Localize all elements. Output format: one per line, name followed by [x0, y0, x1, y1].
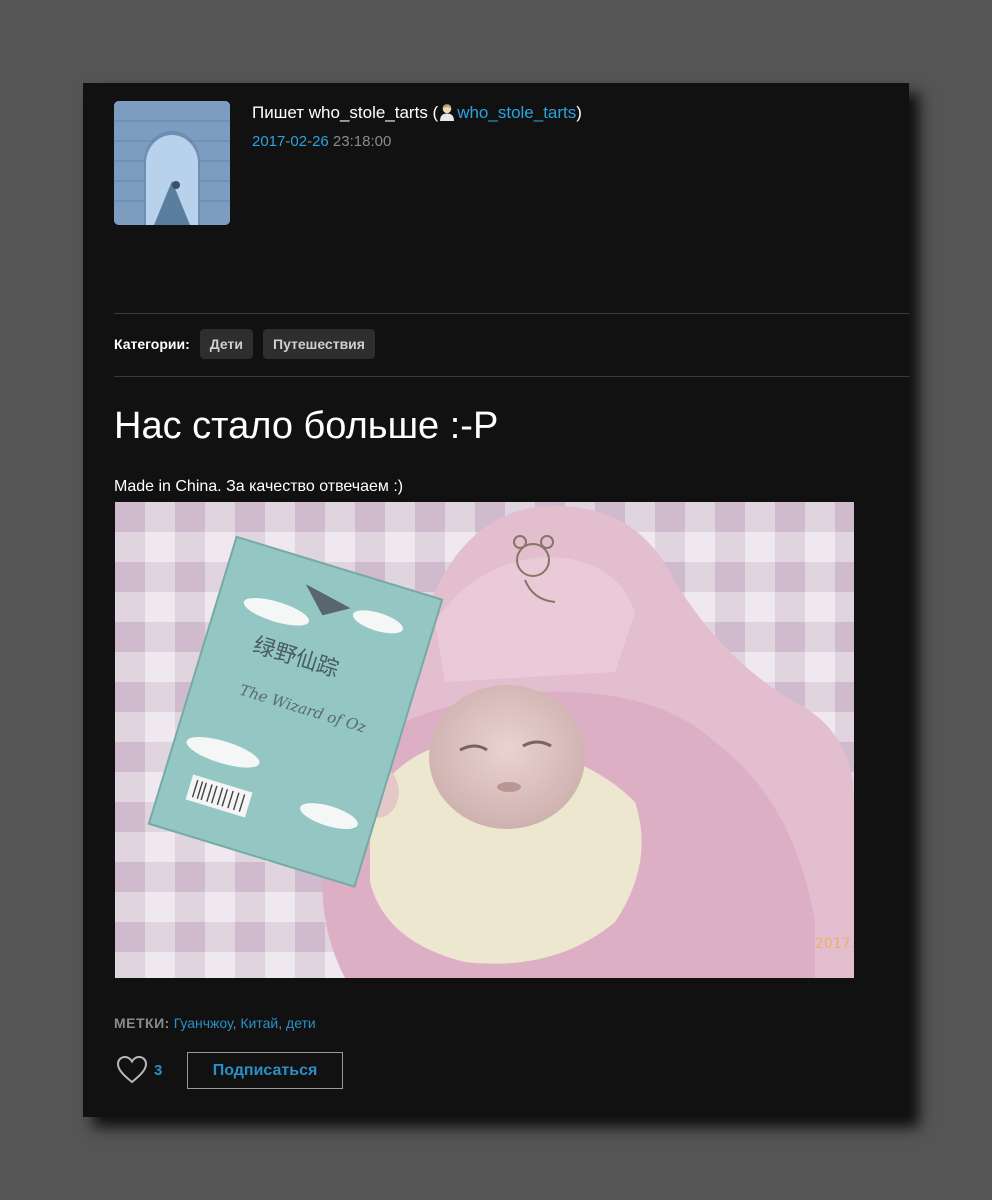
- tags-label: МЕТКИ:: [114, 1015, 170, 1031]
- subscribe-button[interactable]: Подписаться: [187, 1052, 343, 1089]
- photo-date-stamp: 2017.: [815, 936, 854, 952]
- user-icon: [438, 103, 456, 126]
- post-photo[interactable]: 绿野仙踪 The Wizard of Oz 2017.: [115, 502, 854, 978]
- like-control[interactable]: 3: [116, 1055, 162, 1085]
- tag-link-children[interactable]: дети: [286, 1015, 316, 1031]
- tag-link-guangzhou[interactable]: Гуанчжоу: [174, 1015, 233, 1031]
- category-chip-travel[interactable]: Путешествия: [263, 329, 375, 359]
- post-date: 2017-02-26 23:18:00: [252, 133, 392, 150]
- divider: [114, 376, 909, 377]
- tag-link-china[interactable]: Китай: [240, 1015, 278, 1031]
- post-intro: Made in China. За качество отвечаем :): [114, 478, 404, 495]
- avatar[interactable]: [114, 101, 230, 225]
- categories-label: Категории:: [114, 336, 190, 352]
- byline-suffix: ): [576, 103, 582, 122]
- post-time: 23:18:00: [332, 133, 392, 150]
- tag-separator: ,: [278, 1015, 287, 1031]
- byline-prefix: Пишет who_stole_tarts (: [252, 103, 439, 122]
- divider: [114, 313, 909, 314]
- date-year-link[interactable]: 2017: [252, 133, 285, 150]
- post-title: Нас стало больше :-P: [114, 405, 499, 447]
- categories-bar: Категории: Дети Путешествия: [114, 329, 375, 359]
- tags-row: МЕТКИ: Гуанчжоу, Китай, дети: [114, 1015, 316, 1031]
- like-count: 3: [154, 1061, 163, 1079]
- heart-icon[interactable]: [116, 1055, 148, 1085]
- category-chip-children[interactable]: Дети: [199, 329, 253, 359]
- date-month-link[interactable]: 02: [290, 133, 307, 150]
- post-card: Пишет who_stole_tarts (who_stole_tarts) …: [83, 83, 909, 1117]
- author-link[interactable]: who_stole_tarts: [457, 103, 576, 122]
- date-day-link[interactable]: 26: [312, 133, 329, 150]
- post-byline: Пишет who_stole_tarts ( who_stole_tarts): [252, 103, 582, 126]
